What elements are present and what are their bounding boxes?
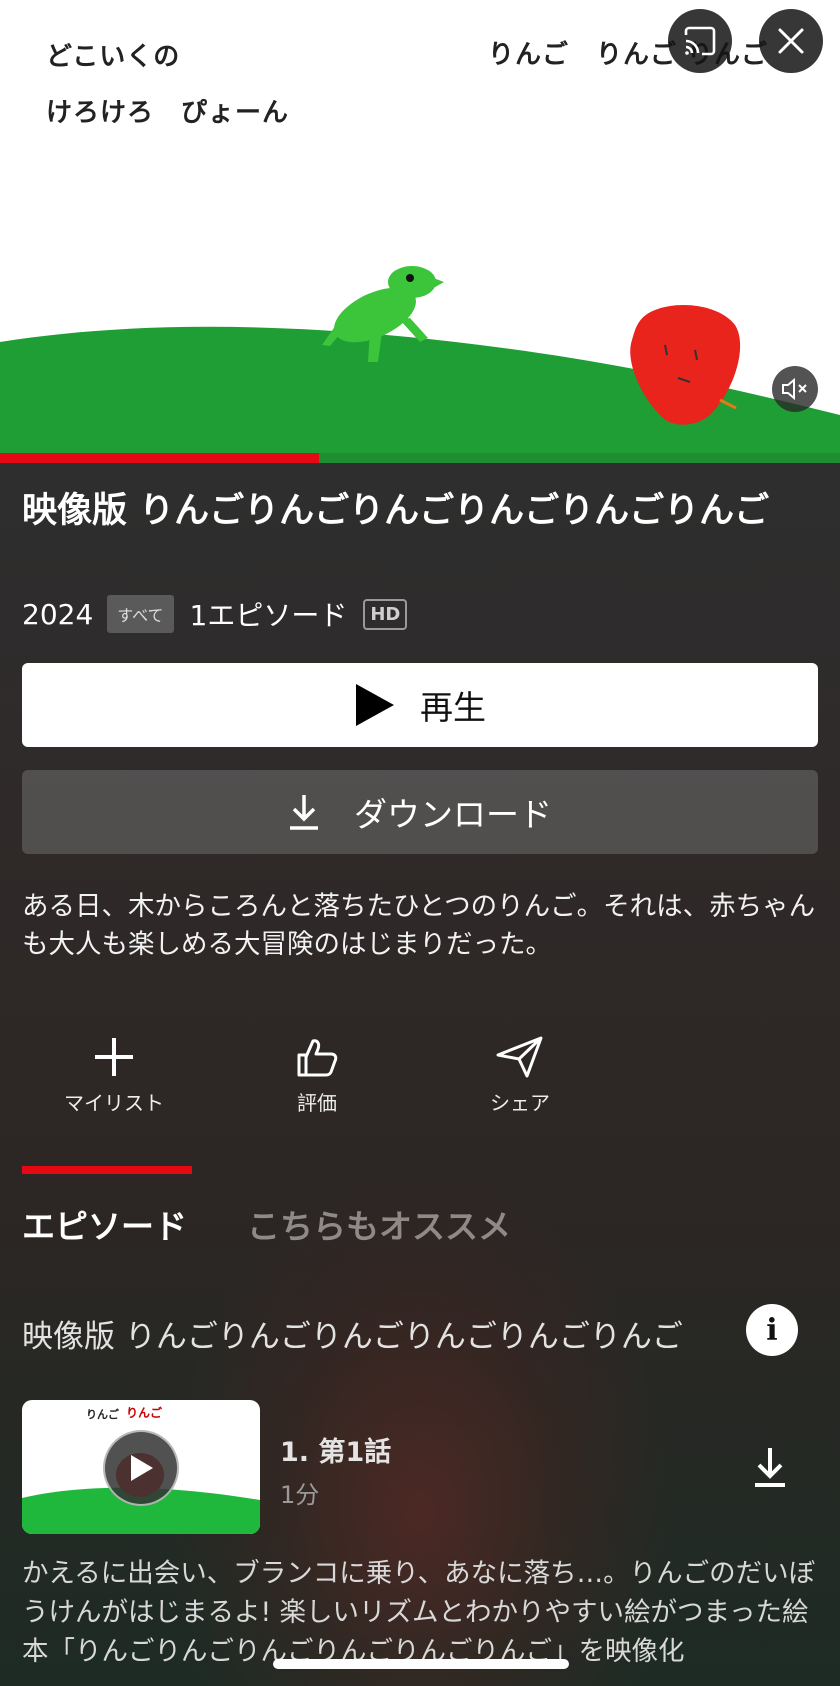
episode-download-button[interactable] bbox=[752, 1446, 788, 1492]
download-button[interactable]: ダウンロード bbox=[22, 770, 818, 854]
age-rating-badge: すべて bbox=[107, 595, 174, 633]
episode-duration: 1分 bbox=[280, 1481, 320, 1509]
episode-count: 1エピソード bbox=[189, 599, 348, 632]
info-icon: i bbox=[766, 1312, 778, 1348]
share-button[interactable]: シェア bbox=[450, 1035, 590, 1116]
episode-description: かえるに出会い、ブランコに乗り、あなに落ち…。りんごのだいぼうけんがはじまるよ!… bbox=[22, 1558, 816, 1667]
my-list-button[interactable]: マイリスト bbox=[44, 1035, 184, 1116]
tab-recommend[interactable]: こちらもオススメ bbox=[247, 1200, 511, 1248]
video-progress-fill bbox=[0, 453, 320, 463]
cast-icon bbox=[684, 26, 716, 56]
mute-icon bbox=[782, 378, 807, 400]
show-title: 映像版 りんごりんごりんごりんごりんごりんご bbox=[22, 491, 770, 531]
rate-button[interactable]: 評価 bbox=[247, 1035, 387, 1116]
cast-button[interactable] bbox=[668, 9, 732, 73]
thumbnail-text-2: りんご bbox=[126, 1406, 163, 1420]
action-row: マイリスト 評価 シェア bbox=[0, 1035, 840, 1135]
home-indicator[interactable] bbox=[273, 1659, 569, 1669]
thumbs-up-icon bbox=[297, 1039, 338, 1077]
release-year: 2024 bbox=[22, 597, 94, 631]
play-button[interactable]: 再生 bbox=[22, 663, 818, 747]
tab-active-indicator bbox=[22, 1166, 192, 1174]
episode-thumbnail[interactable]: りんご りんご bbox=[22, 1400, 260, 1534]
download-icon bbox=[288, 793, 320, 831]
thumbnail-text-1: りんご bbox=[86, 1408, 119, 1421]
close-icon bbox=[778, 28, 804, 54]
download-icon bbox=[755, 1448, 785, 1487]
hd-badge: HD bbox=[363, 598, 408, 630]
play-icon bbox=[131, 1455, 153, 1481]
my-list-label: マイリスト bbox=[64, 1091, 164, 1115]
info-button[interactable]: i bbox=[746, 1304, 798, 1356]
rate-label: 評価 bbox=[297, 1091, 337, 1115]
lyric-line-2: けろけろ ぴょーん bbox=[46, 98, 290, 128]
send-icon bbox=[496, 1036, 543, 1078]
tab-episodes[interactable]: エピソード bbox=[22, 1200, 187, 1248]
play-icon bbox=[354, 682, 396, 728]
mute-button[interactable] bbox=[772, 366, 818, 412]
episode-title[interactable]: 1. 第1話 bbox=[280, 1430, 391, 1469]
close-button[interactable] bbox=[759, 9, 823, 73]
show-meta: 2024 すべて 1エピソード HD bbox=[22, 594, 408, 634]
season-title: 映像版 りんごりんごりんごりんごりんごりんご bbox=[22, 1319, 683, 1355]
play-button-label: 再生 bbox=[420, 688, 486, 727]
download-button-label: ダウンロード bbox=[354, 795, 552, 834]
video-player[interactable]: どこいくの けろけろ ぴょーん りんご りんご りんご bbox=[0, 0, 840, 463]
show-description: ある日、木からころんと落ちたひとつのりんご。それは、赤ちゃんも大人も楽しめる大冒… bbox=[22, 891, 816, 960]
plus-icon bbox=[95, 1038, 133, 1076]
lyric-line-1: どこいくの bbox=[46, 42, 181, 72]
thumbnail-play-button[interactable] bbox=[103, 1430, 179, 1506]
share-label: シェア bbox=[490, 1091, 550, 1115]
